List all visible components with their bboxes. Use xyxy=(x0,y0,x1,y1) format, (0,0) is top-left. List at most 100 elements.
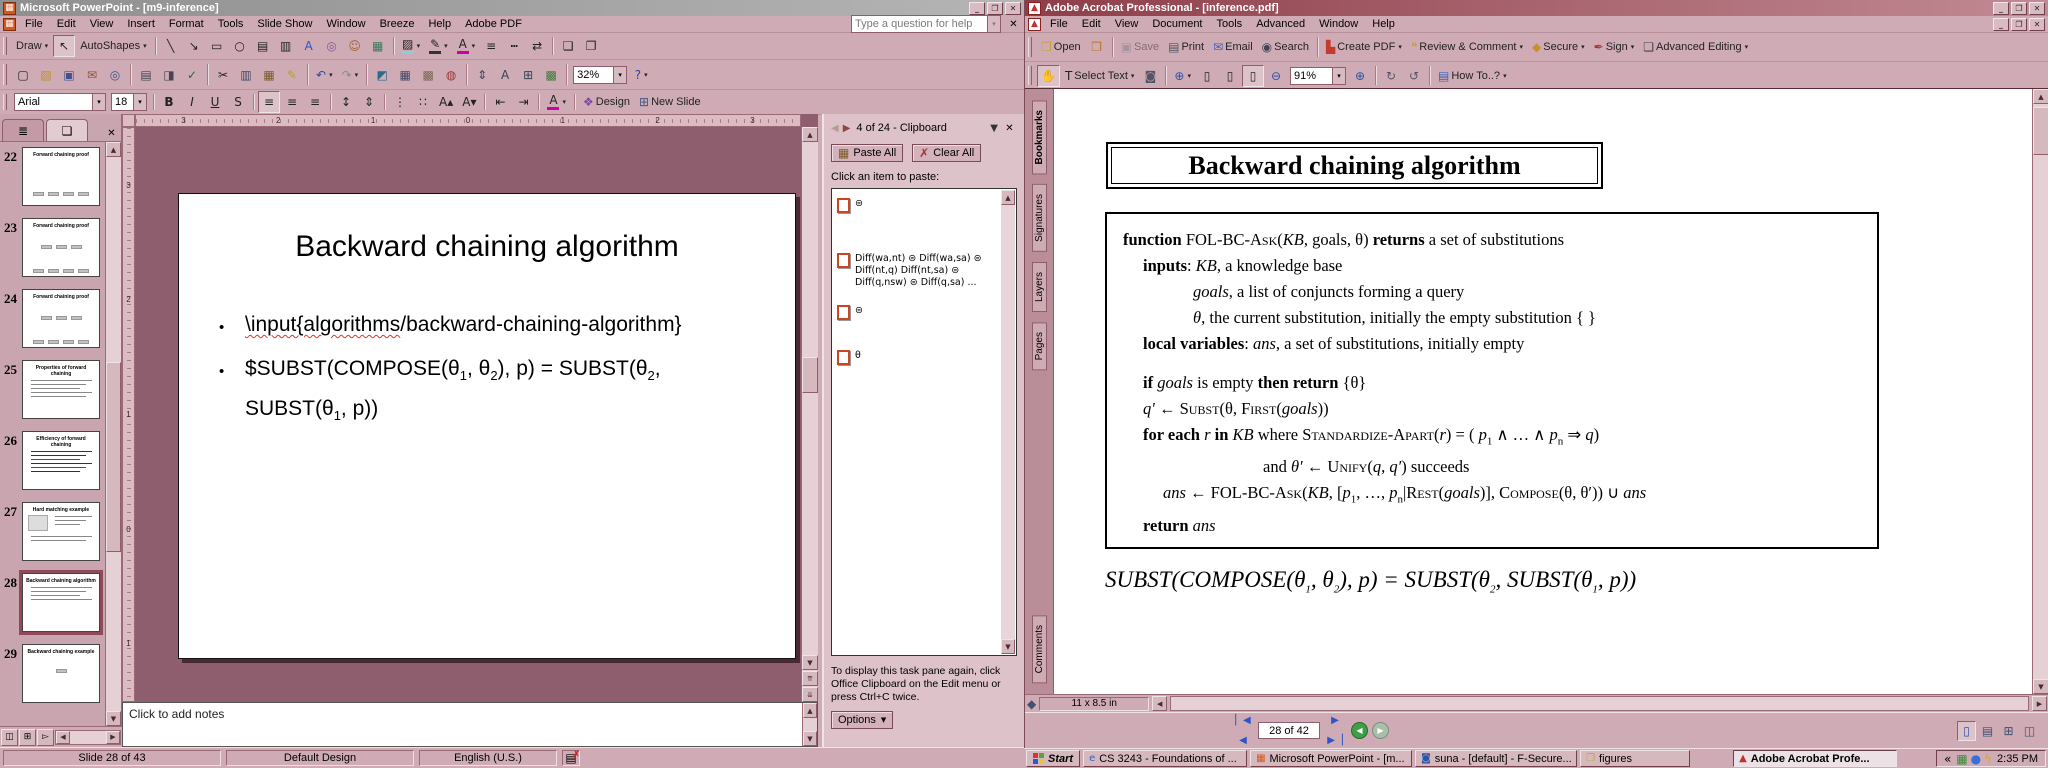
cut-button[interactable]: ✂ xyxy=(212,64,234,86)
text-shadow-button[interactable]: S xyxy=(227,91,249,113)
line-color-button[interactable]: ✎▾ xyxy=(425,35,452,57)
slide-thumbnail-28[interactable]: 28Backward chaining algorithm xyxy=(1,573,106,632)
slideshow-view-button[interactable]: ▻ xyxy=(37,729,54,746)
clipboard-tray-icon[interactable]: ▦ xyxy=(1956,753,1967,765)
decrease-font-size-button[interactable]: A▾ xyxy=(458,91,480,113)
insert-diagram-button[interactable]: ◎ xyxy=(321,35,343,57)
menu-help[interactable]: Help xyxy=(421,17,458,31)
line-spacing-button[interactable]: ↕ xyxy=(335,91,357,113)
font-size-combo[interactable]: 18▾ xyxy=(111,93,147,111)
power-tray-icon[interactable]: ϟ xyxy=(1984,753,1992,765)
scroll-right-icon[interactable]: ▶ xyxy=(106,731,120,744)
tray-chevron-icon[interactable]: « xyxy=(1944,753,1951,765)
menu-help[interactable]: Help xyxy=(1365,17,1402,31)
start-button[interactable]: Start xyxy=(1026,750,1080,767)
insert-table-button[interactable]: ▦ xyxy=(394,64,416,86)
fit-width-button[interactable]: ▯ xyxy=(1242,65,1264,87)
new-button[interactable]: ▢ xyxy=(12,64,34,86)
hand-tool-button[interactable]: ✋ xyxy=(1037,65,1060,87)
zoom-in-tool-button[interactable]: ⊕▾ xyxy=(1170,65,1195,87)
scroll-left-icon[interactable]: ◀ xyxy=(56,731,70,744)
tab-comments[interactable]: Comments xyxy=(1032,615,1047,683)
status-language[interactable]: English (U.S.) xyxy=(419,750,557,766)
normal-view-button[interactable]: ◫ xyxy=(1,729,18,746)
insert-picture-button[interactable]: ▦ xyxy=(367,35,389,57)
decrease-indent-button[interactable]: ⇤ xyxy=(489,91,511,113)
paragraph-spacing-button[interactable]: ⇕ xyxy=(358,91,380,113)
new-slide-button[interactable]: ⊞New Slide xyxy=(635,91,705,113)
tables-and-borders-button[interactable]: ▩ xyxy=(417,64,439,86)
font-name-combo[interactable]: Arial▾ xyxy=(14,93,106,111)
zoom-level-combo[interactable]: 91%▾ xyxy=(1290,67,1346,85)
slide-sorter-view-button[interactable]: ⊞ xyxy=(19,729,36,746)
document-scrollbar[interactable]: ▲ ▼ xyxy=(2032,89,2048,694)
zoom-add-button[interactable]: ⊕ xyxy=(1349,65,1371,87)
slide-bullet[interactable]: •$SUBST(COMPOSE(θ1, θ2), p) = SUBST(θ2, … xyxy=(219,352,699,432)
spelling-status-icon[interactable]: ▤✗ xyxy=(562,750,580,766)
menu-view[interactable]: View xyxy=(1108,17,1146,31)
taskbar-button-microsoft-powerpoint-m[interactable]: ▦Microsoft PowerPoint - [m... xyxy=(1250,750,1412,767)
search-button[interactable]: ◎ xyxy=(104,64,126,86)
facing-button[interactable]: ◫ xyxy=(2020,721,2039,741)
thumbnail-scrollbar[interactable]: ▲ ▼ xyxy=(105,142,121,726)
paste-button[interactable]: ▦ xyxy=(258,64,280,86)
slide-thumbnail-29[interactable]: 29Backward chaining example xyxy=(1,644,106,703)
chevron-down-icon[interactable]: ▾ xyxy=(92,94,105,110)
slide-thumbnail-23[interactable]: 23Forward chaining proof xyxy=(1,218,106,277)
show-grid-button[interactable]: ⊞ xyxy=(517,64,539,86)
back-arrow-icon[interactable]: ◀ xyxy=(831,123,839,134)
menu-tools[interactable]: Tools xyxy=(211,17,251,31)
clipboard-item[interactable]: Diff(wa,nt) ⊜ Diff(wa,sa) ⊜ Diff(nt,q) D… xyxy=(837,253,998,289)
scrollbar-thumb[interactable] xyxy=(106,362,121,552)
create-pdf-button[interactable]: ▙Create PDF▾ xyxy=(1322,36,1406,58)
close-pane-button[interactable]: ✕ xyxy=(104,126,119,141)
menu-window[interactable]: Window xyxy=(1312,17,1365,31)
scroll-up-icon[interactable]: ▲ xyxy=(1001,190,1015,205)
scroll-down-icon[interactable]: ▼ xyxy=(106,711,121,726)
options-button[interactable]: Options ▼ xyxy=(831,711,893,729)
insert-chart-button[interactable]: ◩ xyxy=(371,64,393,86)
fill-color-button[interactable]: ▨▾ xyxy=(398,35,425,57)
chevron-down-icon[interactable]: ▾ xyxy=(133,94,146,110)
font-color-button[interactable]: A▾ xyxy=(453,35,480,57)
save-button[interactable]: ▣ xyxy=(58,64,80,86)
menu-edit[interactable]: Edit xyxy=(1075,17,1108,31)
clipboard-item[interactable]: ⊜ xyxy=(837,198,998,213)
scroll-down-icon[interactable]: ▼ xyxy=(802,655,818,670)
actual-size-button[interactable]: ▯ xyxy=(1196,65,1218,87)
horizontal-scrollbar[interactable] xyxy=(1170,696,2029,711)
italic-button[interactable]: I xyxy=(181,91,203,113)
align-right-button[interactable]: ≡ xyxy=(304,91,326,113)
scroll-down-icon[interactable]: ▼ xyxy=(803,731,817,746)
underline-button[interactable]: U xyxy=(204,91,226,113)
clipboard-item[interactable]: θ xyxy=(837,350,998,365)
wordart-button[interactable]: A xyxy=(298,35,320,57)
next-slide-button[interactable]: ⇊ xyxy=(802,687,818,702)
menu-breeze[interactable]: Breeze xyxy=(373,17,422,31)
forward-arrow-icon[interactable]: ▶ xyxy=(843,123,851,134)
slide-thumbnail-25[interactable]: 25Properties of forward chaining xyxy=(1,360,106,419)
menu-file[interactable]: File xyxy=(18,17,50,31)
scrollbar-thumb[interactable] xyxy=(2033,107,2048,155)
autoshapes-button[interactable]: AutoShapes▾ xyxy=(76,35,150,57)
status-design-template[interactable]: Default Design xyxy=(226,750,414,766)
copy-button[interactable]: ▥ xyxy=(235,64,257,86)
next-page-button[interactable]: ▶ xyxy=(1325,711,1345,731)
toolbar-grip[interactable] xyxy=(3,64,7,85)
secure-button[interactable]: ◆Secure▾ xyxy=(1528,36,1589,58)
pdf-document-view[interactable]: Backward chaining algorithm function FOL… xyxy=(1054,89,2032,694)
undo-button[interactable]: ↶▾ xyxy=(312,64,337,86)
increase-font-size-button[interactable]: A▴ xyxy=(435,91,457,113)
clipboard-scrollbar[interactable]: ▲ ▼ xyxy=(1001,190,1015,654)
expand-all-button[interactable]: ⇕ xyxy=(471,64,493,86)
menu-format[interactable]: Format xyxy=(162,17,211,31)
taskbar-button-suna-default-f-secure[interactable]: ◙suna - [default] - F-Secure... xyxy=(1415,750,1577,767)
align-left-button[interactable]: ≡ xyxy=(258,91,280,113)
font-color-button[interactable]: A▾ xyxy=(543,91,570,113)
scroll-up-icon[interactable]: ▲ xyxy=(802,127,818,142)
minimize-button[interactable]: _ xyxy=(969,2,985,15)
doc-close-button[interactable]: ✕ xyxy=(2029,18,2045,31)
horizontal-scrollbar[interactable]: ◀ ▶ xyxy=(55,730,121,745)
scroll-left-icon[interactable]: ◀ xyxy=(1152,696,1167,711)
first-page-button[interactable]: ▏◀ xyxy=(1233,711,1253,731)
